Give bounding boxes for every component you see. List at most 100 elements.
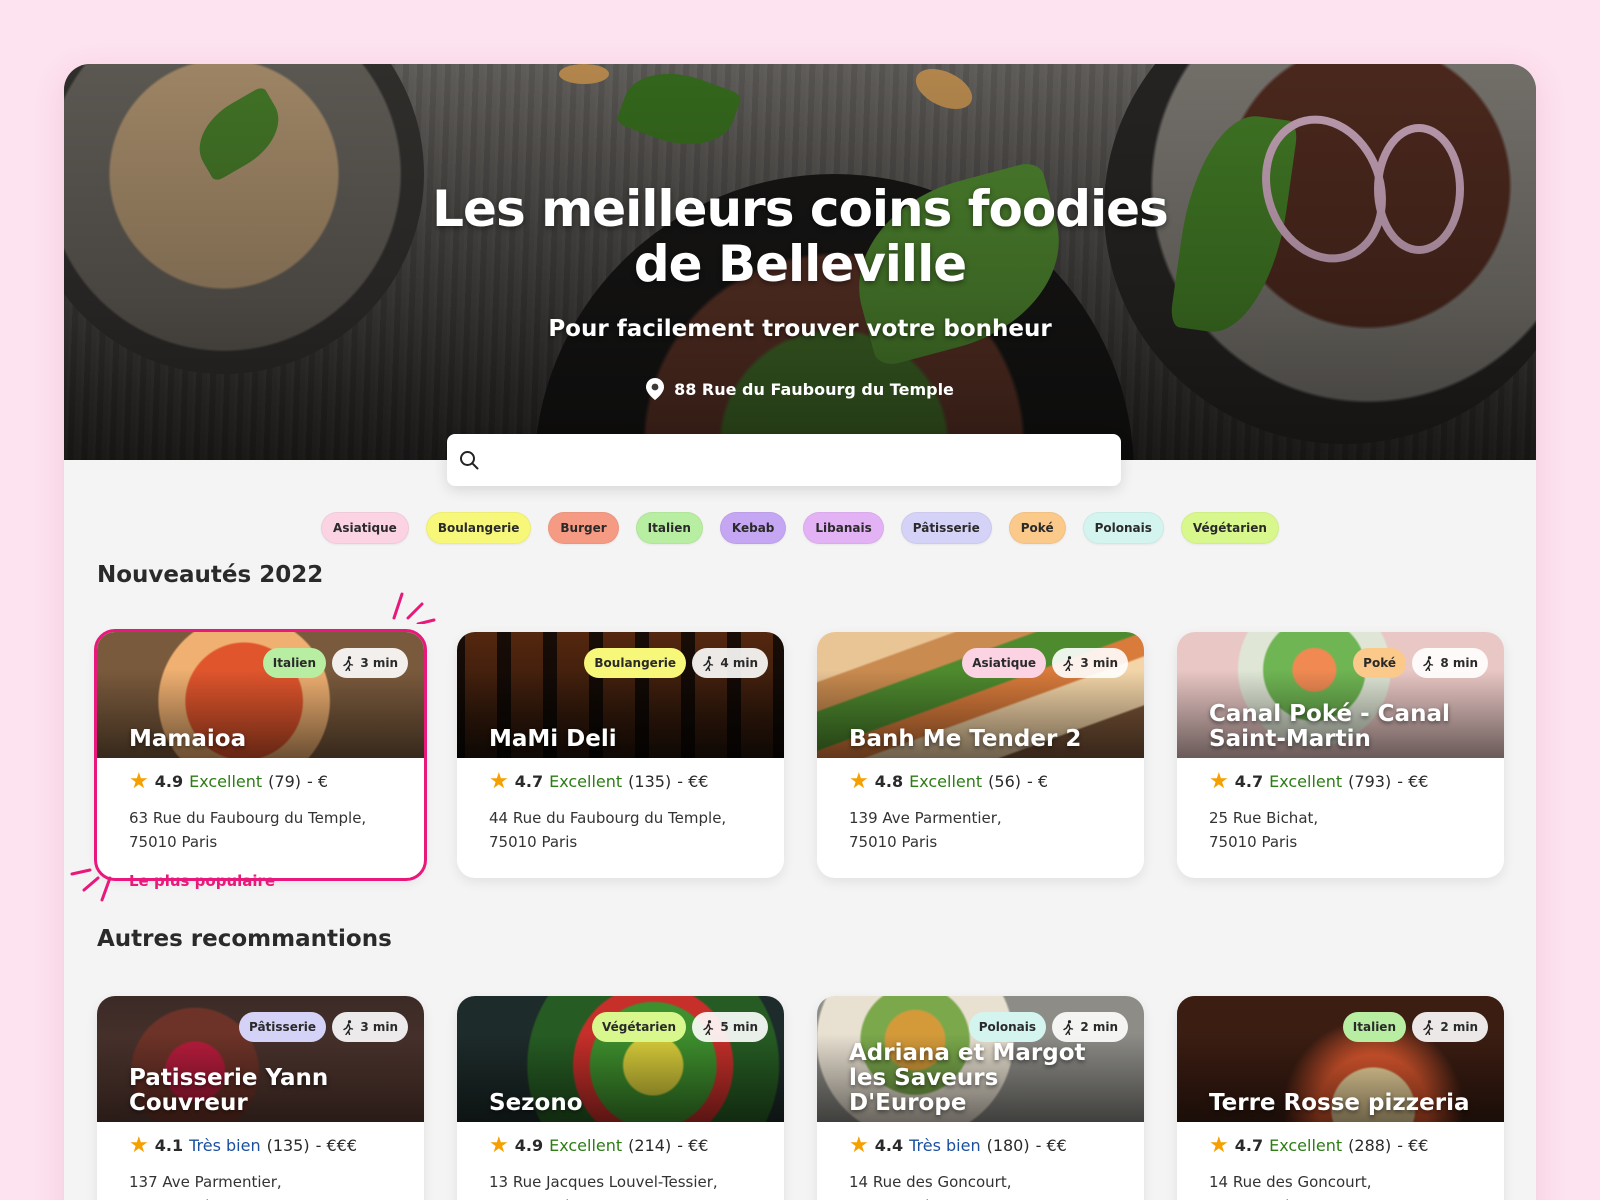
location-pin-icon [646, 378, 665, 400]
walk-time-badge: 3 min [332, 1012, 408, 1042]
walking-person-icon [1423, 1019, 1434, 1035]
restaurant-image: Asiatique 3 min Banh Me Tender 2 [817, 632, 1144, 758]
restaurant-card[interactable]: Végétarien 5 min Sezono ★ 4.9 Excellent … [457, 996, 784, 1200]
walk-time: 5 min [720, 1020, 758, 1034]
rating-score: 4.9 [514, 1136, 544, 1155]
walking-person-icon [1063, 655, 1074, 671]
category-chip[interactable]: Poké [1008, 512, 1066, 544]
category-chip[interactable]: Boulangerie [425, 512, 532, 544]
price-range: - € [1027, 772, 1049, 791]
category-tag: Asiatique [962, 648, 1046, 678]
rating-score: 4.9 [154, 772, 184, 791]
restaurant-address: 44 Rue du Faubourg du Temple, 75010 Pari… [489, 806, 769, 854]
restaurant-address: 13 Rue Jacques Louvel-Tessier, 75010 Par… [489, 1170, 769, 1200]
category-chip[interactable]: Polonais [1082, 512, 1164, 544]
walk-time: 4 min [720, 656, 758, 670]
restaurant-card[interactable]: Pâtisserie 3 min Patisserie Yann Couvreu… [97, 996, 424, 1200]
walk-time: 3 min [1080, 656, 1118, 670]
category-chip[interactable]: Italien [635, 512, 703, 544]
rating-line: ★ 4.7 Excellent (135) - €€ [489, 768, 708, 794]
category-chip[interactable]: Pâtisserie [900, 512, 992, 544]
walk-time-badge: 5 min [692, 1012, 768, 1042]
rating-line: ★ 4.8 Excellent (56) - € [849, 768, 1049, 794]
search-icon [460, 451, 479, 470]
restaurant-card[interactable]: Poké 8 min Canal Poké - Canal Saint-Mart… [1177, 632, 1504, 878]
restaurant-name: Patisserie Yann Couvreur [129, 1065, 329, 1116]
review-count: (56) [988, 772, 1022, 791]
star-icon: ★ [489, 768, 509, 794]
rating-label: Excellent [549, 1136, 623, 1155]
walk-time: 2 min [1080, 1020, 1118, 1034]
star-icon: ★ [849, 768, 869, 794]
price-range: - €€ [677, 1136, 709, 1155]
rating-label: Très bien [189, 1136, 261, 1155]
restaurant-card[interactable]: Polonais 2 min Adriana et Margot les Sav… [817, 996, 1144, 1200]
hero-title-line1: Les meilleurs coins foodies [432, 180, 1169, 238]
star-icon: ★ [129, 1132, 149, 1158]
rating-line: ★ 4.1 Très bien (135) - €€€ [129, 1132, 357, 1158]
hero-subtitle: Pour facilement trouver votre bonheur [548, 316, 1052, 342]
restaurant-image: Végétarien 5 min Sezono [457, 996, 784, 1122]
restaurant-image: Pâtisserie 3 min Patisserie Yann Couvreu… [97, 996, 424, 1122]
walking-person-icon [1423, 655, 1434, 671]
rating-label: Excellent [1269, 1136, 1343, 1155]
restaurant-name: Sezono [489, 1090, 583, 1116]
restaurant-name: Mamaioa [129, 726, 247, 752]
review-count: (135) [628, 772, 672, 791]
address-street: 14 Rue des Goncourt, [849, 1173, 1012, 1191]
walking-person-icon [1063, 1019, 1074, 1035]
star-icon: ★ [489, 1132, 509, 1158]
restaurant-name: Terre Rosse pizzeria [1209, 1090, 1470, 1116]
address-city: 75010 Paris [849, 833, 938, 851]
category-tag: Polonais [968, 1012, 1046, 1042]
restaurant-address: 137 Ave Parmentier, 75010 Paris [129, 1170, 409, 1200]
walk-time: 3 min [360, 1020, 398, 1034]
hero-title-line2: de Belleville [633, 235, 967, 293]
review-count: (288) [1348, 1136, 1392, 1155]
section-title-other: Autres recommantions [97, 926, 392, 952]
app-frame: Les meilleurs coins foodies de Bellevill… [64, 64, 1536, 1200]
restaurant-name: Canal Poké - Canal Saint-Martin [1209, 701, 1450, 752]
address-street: 44 Rue du Faubourg du Temple, [489, 809, 727, 827]
restaurant-card[interactable]: Italien 2 min Terre Rosse pizzeria ★ 4.7… [1177, 996, 1504, 1200]
other-restaurants-row: Pâtisserie 3 min Patisserie Yann Couvreu… [97, 996, 1507, 1200]
restaurant-name: Adriana et Margot les Saveurs D'Europe [849, 1040, 1086, 1116]
restaurant-address: 139 Ave Parmentier, 75010 Paris [849, 806, 1129, 854]
address-city: 75010 Paris [1209, 833, 1298, 851]
category-chip[interactable]: Asiatique [321, 512, 409, 544]
category-chip[interactable]: Libanais [803, 512, 884, 544]
category-filters: Asiatique Boulangerie Burger Italien Kebab Li… [64, 512, 1536, 544]
restaurant-card[interactable]: Boulangerie 4 min MaMi Deli ★ 4.7 Excell… [457, 632, 784, 878]
rating-label: Excellent [549, 772, 623, 791]
address-street: 137 Ave Parmentier, [129, 1173, 282, 1191]
restaurant-card[interactable]: Italien 3 min Mamaioa ★ 4.9 Excellent (7… [94, 629, 427, 881]
restaurant-address: 25 Rue Bichat, 75010 Paris [1209, 806, 1489, 854]
address-street: 14 Rue des Goncourt, [1209, 1173, 1372, 1191]
hero-location[interactable]: 88 Rue du Faubourg du Temple [400, 378, 1200, 400]
restaurant-address: 14 Rue des Goncourt, 75011 Paris [1209, 1170, 1489, 1200]
highlight-sparkle-icon [392, 592, 436, 624]
search-input[interactable] [489, 434, 1121, 486]
restaurant-image: Poké 8 min Canal Poké - Canal Saint-Mart… [1177, 632, 1504, 758]
restaurant-image: Italien 2 min Terre Rosse pizzeria [1177, 996, 1504, 1122]
hero-location-text: 88 Rue du Faubourg du Temple [674, 380, 954, 399]
walking-person-icon [343, 655, 354, 671]
review-count: (79) [268, 772, 302, 791]
address-street: 63 Rue du Faubourg du Temple, [129, 809, 367, 827]
rating-label: Très bien [909, 1136, 981, 1155]
rating-line: ★ 4.4 Très bien (180) - €€ [849, 1134, 1067, 1156]
category-tag: Poké [1353, 648, 1406, 678]
rating-score: 4.7 [514, 772, 544, 791]
category-chip[interactable]: Végétarien [1180, 512, 1279, 544]
search-bar[interactable] [447, 434, 1121, 486]
star-icon: ★ [1209, 768, 1229, 794]
category-tag: Pâtisserie [238, 1012, 326, 1042]
price-range: - €€ [1397, 772, 1429, 791]
restaurant-card[interactable]: Asiatique 3 min Banh Me Tender 2 ★ 4.8 E… [817, 632, 1144, 878]
category-tag: Boulangerie [584, 648, 686, 678]
new-restaurants-row: Italien 3 min Mamaioa ★ 4.9 Excellent (7… [94, 629, 1507, 881]
review-count: (180) [986, 1136, 1030, 1155]
walking-person-icon [343, 1019, 354, 1035]
category-chip[interactable]: Kebab [719, 512, 787, 544]
category-chip[interactable]: Burger [548, 512, 619, 544]
